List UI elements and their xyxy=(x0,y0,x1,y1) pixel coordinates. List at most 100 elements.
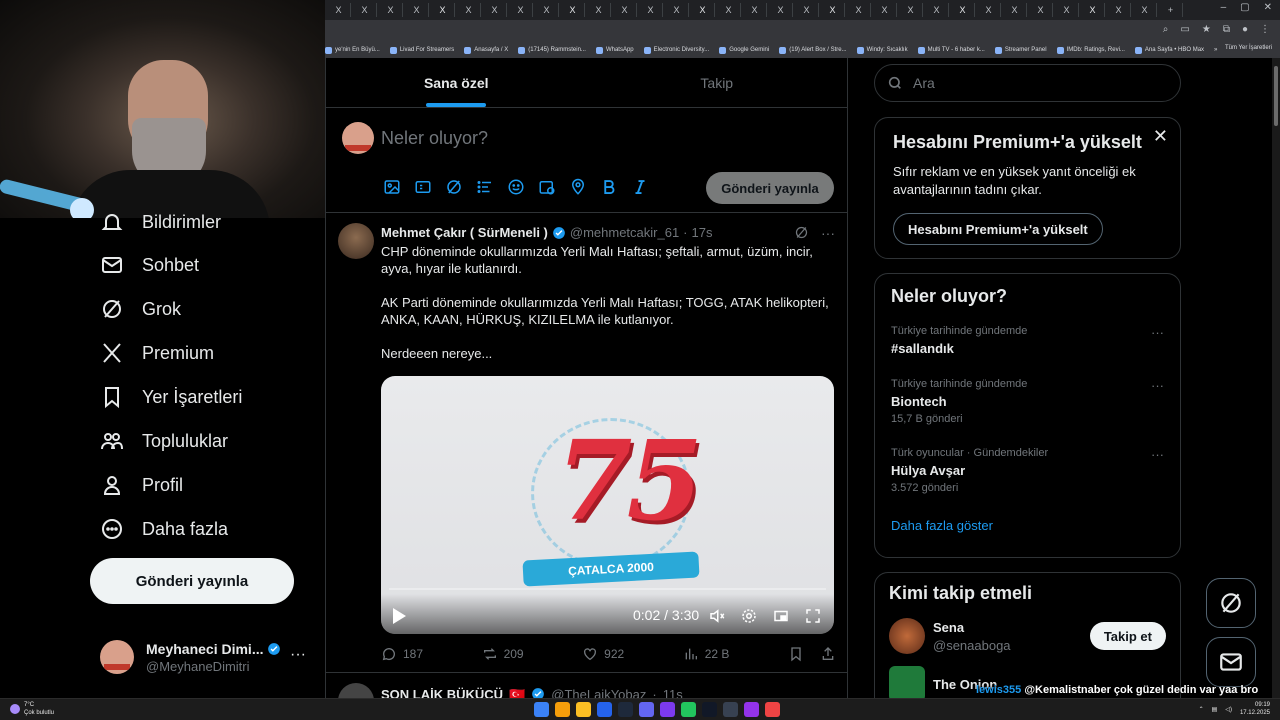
windows-start-icon[interactable] xyxy=(534,702,549,717)
bookmark[interactable]: (17145) Rammstein... xyxy=(518,46,586,54)
trend-item[interactable]: Türk oyuncular · Gündemdekiler Hülya Avş… xyxy=(891,447,1164,494)
tab-for-you[interactable]: Sana özel xyxy=(326,58,587,107)
steam-icon[interactable] xyxy=(618,702,633,717)
app-icon[interactable] xyxy=(744,702,759,717)
star-icon[interactable]: ★ xyxy=(1202,24,1211,35)
sidebar-item-grok[interactable]: Grok xyxy=(100,295,181,323)
app-icon[interactable] xyxy=(723,702,738,717)
video-progress-bar[interactable] xyxy=(389,588,826,590)
image-icon[interactable] xyxy=(383,178,401,196)
browser-tab[interactable]: X xyxy=(457,3,481,17)
trend-more-icon[interactable]: ··· xyxy=(1151,447,1164,462)
browser-tab[interactable]: X xyxy=(665,3,689,17)
minimize-button[interactable]: – xyxy=(1221,2,1227,13)
app-icon[interactable] xyxy=(660,702,675,717)
all-bookmarks-folder[interactable]: Tüm Yer İşaretleri xyxy=(1225,45,1272,51)
bookmark-icon[interactable] xyxy=(788,646,804,662)
browser-tab[interactable]: X xyxy=(1003,3,1027,17)
browser-tab[interactable]: X xyxy=(847,3,871,17)
bookmark[interactable]: Anasayfa / X xyxy=(464,46,508,54)
address-bar[interactable]: ⌕ ▭ ★ ⧉ ● ⋮ xyxy=(325,20,1280,42)
browser-tab[interactable]: X xyxy=(1029,3,1053,17)
tweet[interactable]: SON LAİK BÜKÜCÜ 🇹🇷 @TheLaikYobaz · 11s xyxy=(326,673,847,698)
grok-icon[interactable] xyxy=(445,178,463,196)
cast-icon[interactable]: ▭ xyxy=(1180,24,1189,35)
composer-post-button[interactable]: Gönderi yayınla xyxy=(706,172,834,204)
tweet-time[interactable]: 11s xyxy=(663,687,683,698)
browser-tab[interactable]: X xyxy=(327,3,351,17)
browser-tab[interactable]: X xyxy=(561,3,585,17)
sidebar-item-profile[interactable]: Profil xyxy=(100,471,183,499)
bookmark[interactable]: Multi TV - 6 haber k... xyxy=(917,46,985,54)
browser-tab[interactable]: X xyxy=(535,3,559,17)
tweet[interactable]: Mehmet Çakır ( SürMeneli ) @mehmetcakir_… xyxy=(326,213,847,673)
account-switcher[interactable]: Meyhaneci Dimi... @MeyhaneDimitri ··· xyxy=(100,636,310,678)
network-icon[interactable]: ▤ xyxy=(1212,706,1218,713)
tab-following[interactable]: Takip xyxy=(587,58,848,107)
account-more-icon[interactable]: ··· xyxy=(290,646,306,664)
schedule-icon[interactable] xyxy=(538,178,556,196)
browser-tab[interactable]: X xyxy=(509,3,533,17)
browser-tab[interactable]: X xyxy=(769,3,793,17)
discord-icon[interactable] xyxy=(639,702,654,717)
app-icon[interactable] xyxy=(765,702,780,717)
tweet-author-name[interactable]: Mehmet Çakır ( SürMeneli ) xyxy=(381,225,548,240)
tweet-time[interactable]: 17s xyxy=(692,225,713,240)
repost-button[interactable]: 209 xyxy=(482,646,524,662)
avatar[interactable] xyxy=(338,223,374,259)
like-button[interactable]: 922 xyxy=(582,646,624,662)
bookmarks-overflow-button[interactable]: » xyxy=(1214,47,1217,53)
reply-button[interactable]: 187 xyxy=(381,646,423,662)
sidebar-item-notifications[interactable]: Bildirimler xyxy=(100,208,221,236)
app-icon[interactable] xyxy=(597,702,612,717)
tweet-author-name[interactable]: SON LAİK BÜKÜCÜ xyxy=(381,687,503,698)
browser-tab[interactable]: X xyxy=(379,3,403,17)
composer-input[interactable]: Neler oluyor? xyxy=(381,128,488,149)
browser-tab[interactable]: X xyxy=(743,3,767,17)
sidebar-item-communities[interactable]: Topluluklar xyxy=(100,427,228,455)
trend-more-icon[interactable]: ··· xyxy=(1151,378,1164,393)
extensions-icon[interactable]: ⧉ xyxy=(1223,24,1230,35)
browser-tab[interactable]: X xyxy=(795,3,819,17)
volume-icon[interactable] xyxy=(708,607,726,625)
picture-in-picture-icon[interactable] xyxy=(772,607,790,625)
browser-tab[interactable]: X xyxy=(873,3,897,17)
bookmark[interactable]: (19) Alert Box / Stre... xyxy=(779,46,847,54)
premium-upgrade-button[interactable]: Hesabını Premium+'a yükselt xyxy=(893,213,1103,245)
bookmark[interactable]: WhatsApp xyxy=(595,46,634,54)
emoji-icon[interactable] xyxy=(507,178,525,196)
browser-tab[interactable]: X xyxy=(899,3,923,17)
bold-icon[interactable] xyxy=(600,178,618,196)
menu-dots-icon[interactable]: ⋮ xyxy=(1260,24,1270,35)
fullscreen-icon[interactable] xyxy=(804,607,822,625)
follow-button[interactable]: Takip et xyxy=(1089,622,1166,650)
sidebar-item-premium[interactable]: Premium xyxy=(100,339,214,367)
trend-item[interactable]: Türkiye tarihinde gündemde Biontech 15,7… xyxy=(891,378,1164,425)
trend-item[interactable]: Türkiye tarihinde gündemde #sallandık ··… xyxy=(891,325,1164,356)
browser-tab[interactable]: X xyxy=(483,3,507,17)
bookmark[interactable]: Ana Sayfa • HBO Max xyxy=(1134,46,1204,54)
bookmark[interactable]: Livad For Streamers xyxy=(389,46,454,54)
browser-tab[interactable]: X xyxy=(405,3,429,17)
browser-tab[interactable]: X xyxy=(353,3,377,17)
bookmark[interactable]: IMDb: Ratings, Revi... xyxy=(1056,46,1125,54)
messages-floating-button[interactable] xyxy=(1206,637,1256,687)
avatar[interactable] xyxy=(338,683,374,698)
browser-tab[interactable]: X xyxy=(821,3,845,17)
grok-icon[interactable] xyxy=(794,225,809,240)
show-more-link[interactable]: Daha fazla göster xyxy=(891,518,1164,533)
browser-tab[interactable]: X xyxy=(717,3,741,17)
browser-tab[interactable]: X xyxy=(1081,3,1105,17)
zoom-icon[interactable]: ⌕ xyxy=(1163,24,1169,35)
gif-icon[interactable] xyxy=(414,178,432,196)
search-bar[interactable] xyxy=(874,64,1181,102)
video-player[interactable]: 75 ÇATALCA 2000 0:02 / 3:30 xyxy=(381,376,834,634)
browser-tab[interactable]: X xyxy=(977,3,1001,17)
browser-tab[interactable]: X xyxy=(1055,3,1079,17)
clock[interactable]: 09:19 17.12.2025 xyxy=(1240,701,1270,717)
browser-tab[interactable]: X xyxy=(431,3,455,17)
scrollbar-thumb[interactable] xyxy=(1274,66,1278,126)
browser-tab[interactable]: X xyxy=(1107,3,1131,17)
sidebar-item-bookmarks[interactable]: Yer İşaretleri xyxy=(100,383,242,411)
bookmark[interactable]: Electronic Diversity... xyxy=(643,46,709,54)
